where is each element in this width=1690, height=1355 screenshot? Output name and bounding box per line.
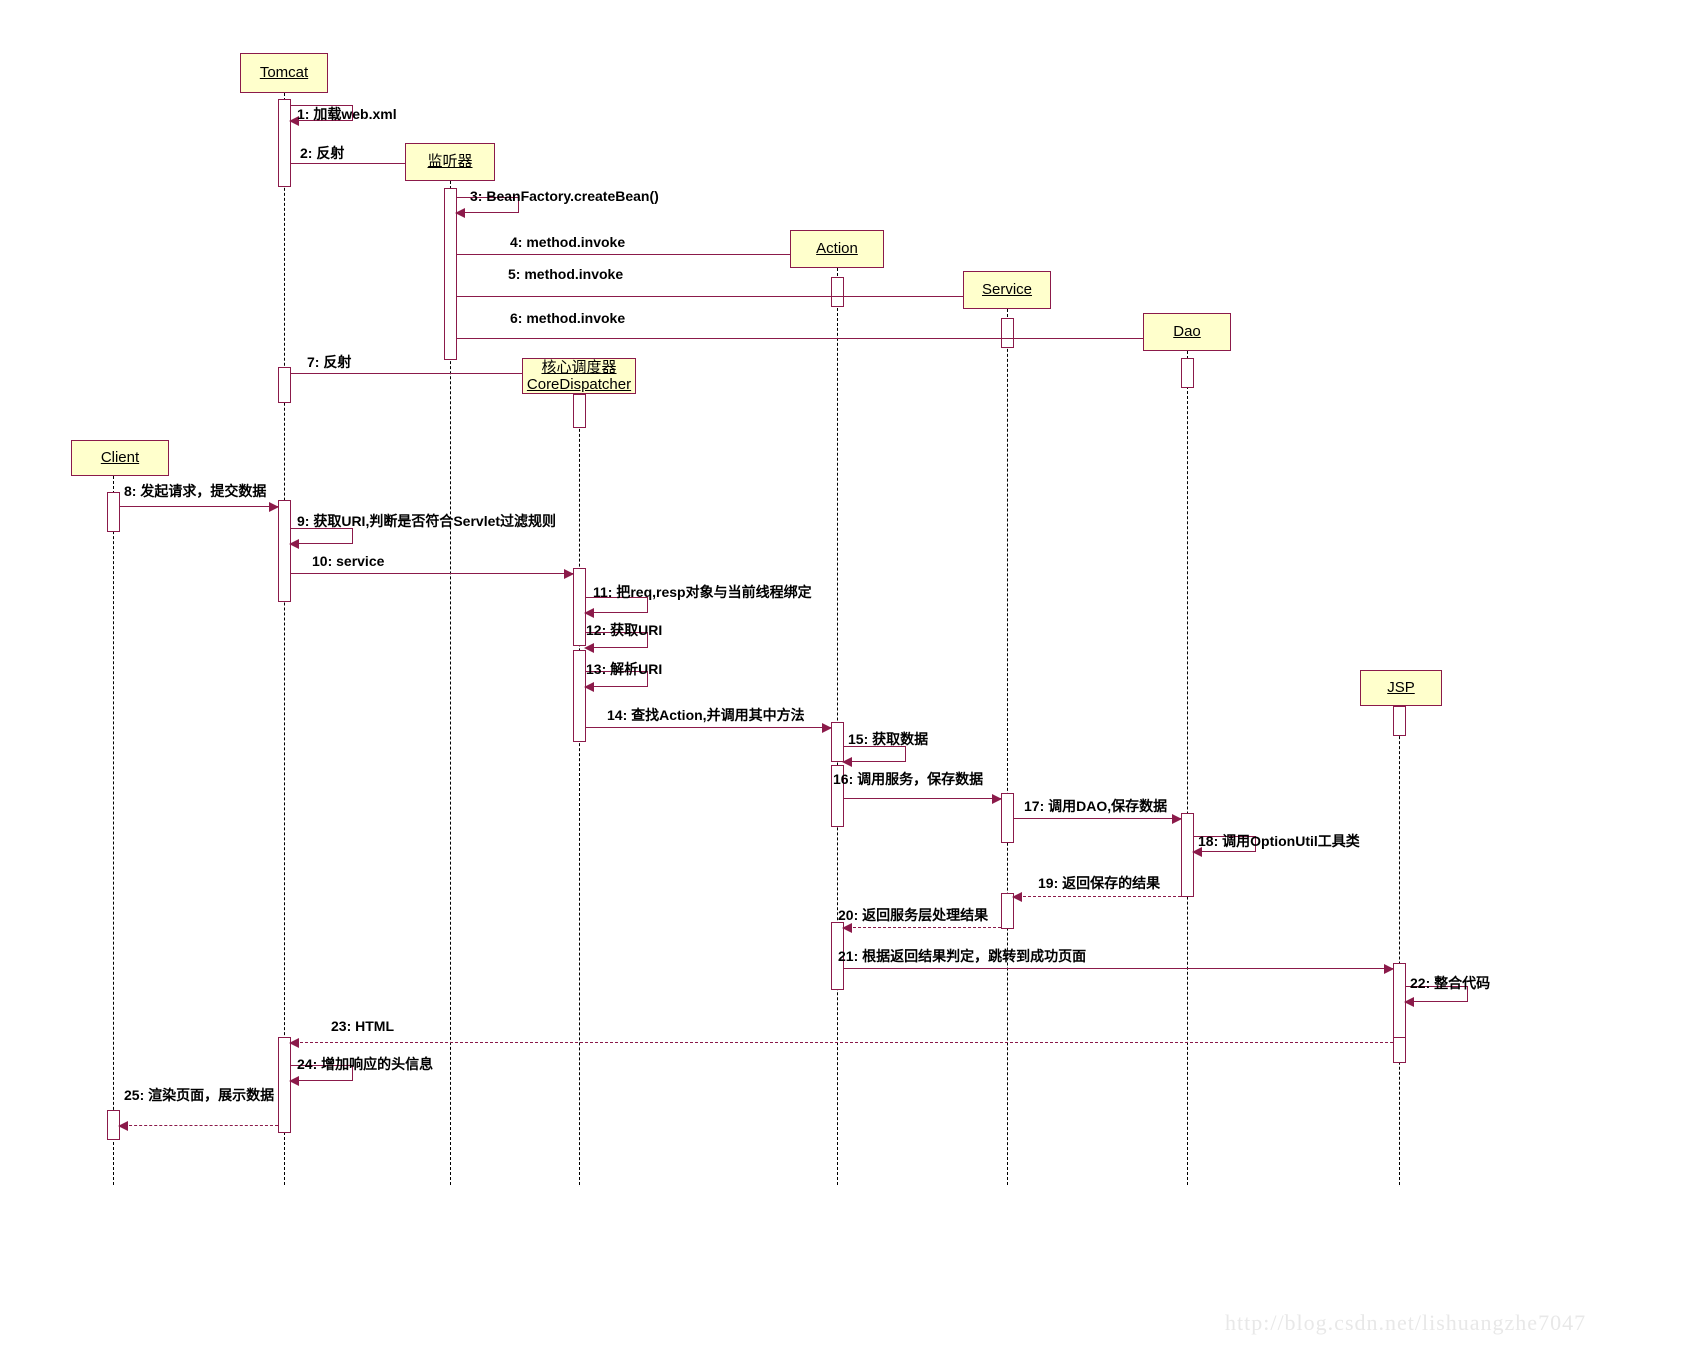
message-label-9: 9: 获取URI,判断是否符合Servlet过滤规则	[297, 513, 557, 529]
participant-service[interactable]: Service	[963, 271, 1051, 309]
lifeline-dispatcher	[579, 394, 580, 1185]
message-label-24: 24: 增加响应的头信息	[297, 1056, 434, 1072]
arrowhead-8	[269, 502, 279, 512]
activation-bar-dao	[1181, 358, 1194, 388]
arrowhead-22	[1404, 997, 1414, 1007]
lifeline-tomcat	[284, 93, 285, 1185]
participant-tomcat[interactable]: Tomcat	[240, 53, 328, 93]
message-label-14: 14: 查找Action,并调用其中方法	[607, 707, 805, 723]
arrowhead-19	[1012, 892, 1022, 902]
message-line-21	[843, 968, 1393, 969]
message-line-25	[119, 1125, 278, 1126]
message-line-17	[1013, 818, 1181, 819]
message-label-13: 13: 解析URI	[586, 661, 663, 677]
arrowhead-3	[455, 208, 465, 218]
message-label-15: 15: 获取数据	[848, 731, 929, 747]
activation-bar-tomcat	[278, 500, 291, 602]
message-label-22: 22: 整合代码	[1410, 975, 1491, 991]
message-label-3: 3: BeanFactory.createBean()	[470, 188, 659, 204]
arrowhead-21	[1384, 964, 1394, 974]
participant-listener[interactable]: 监听器	[405, 143, 495, 181]
message-line-16	[843, 798, 1001, 799]
message-label-16: 16: 调用服务，保存数据	[833, 771, 984, 787]
message-label-20: 20: 返回服务层处理结果	[838, 907, 989, 923]
activation-bar-jsp	[1393, 1037, 1406, 1063]
arrowhead-15	[842, 757, 852, 767]
participant-dispatcher[interactable]: 核心调度器 CoreDispatcher	[522, 358, 636, 394]
activation-bar-tomcat	[278, 99, 291, 187]
message-label-17: 17: 调用DAO,保存数据	[1024, 798, 1168, 814]
arrowhead-12	[584, 643, 594, 653]
activation-bar-client	[107, 492, 120, 532]
message-line-10	[290, 573, 573, 574]
participant-label-secondary: CoreDispatcher	[526, 376, 632, 393]
activation-bar-dispatcher	[573, 394, 586, 428]
message-label-8: 8: 发起请求，提交数据	[124, 483, 267, 499]
participant-label: Client	[100, 449, 140, 467]
message-label-19: 19: 返回保存的结果	[1038, 875, 1161, 891]
activation-bar-action	[831, 722, 844, 762]
message-label-23: 23: HTML	[331, 1018, 394, 1034]
arrowhead-14	[822, 723, 832, 733]
participant-label: Service	[981, 281, 1033, 299]
message-label-21: 21: 根据返回结果判定，跳转到成功页面	[838, 948, 1087, 964]
message-label-2: 2: 反射	[300, 145, 345, 161]
arrowhead-17	[1172, 814, 1182, 824]
watermark: http://blog.csdn.net/lishuangzhe7047	[1225, 1310, 1587, 1335]
activation-bar-action	[831, 277, 844, 307]
arrowhead-23	[289, 1038, 299, 1048]
arrowhead-16	[992, 794, 1002, 804]
participant-label: Action	[816, 240, 858, 258]
arrowhead-13	[584, 682, 594, 692]
lifeline-jsp	[1399, 706, 1400, 1185]
activation-bar-dispatcher	[573, 650, 586, 742]
participant-label: 核心调度器	[541, 358, 617, 376]
message-label-12: 12: 获取URI	[586, 622, 663, 638]
message-line-23	[290, 1042, 1393, 1043]
participant-client[interactable]: Client	[71, 440, 169, 476]
message-label-7: 7: 反射	[307, 354, 352, 370]
activation-bar-jsp	[1393, 706, 1406, 736]
message-label-5: 5: method.invoke	[508, 266, 624, 282]
message-label-11: 11: 把req,resp对象与当前线程绑定	[593, 584, 812, 600]
message-line-19	[1013, 896, 1181, 897]
participant-label: Tomcat	[259, 64, 309, 82]
message-label-18: 18: 调用OptionUtil工具类	[1198, 833, 1360, 849]
participant-label: JSP	[1387, 679, 1415, 697]
arrowhead-9	[289, 539, 299, 549]
message-label-6: 6: method.invoke	[510, 310, 626, 326]
message-label-1: 1: 加载web.xml	[297, 106, 397, 122]
message-line-6	[456, 338, 1181, 339]
message-line-20	[843, 927, 1001, 928]
lifeline-service	[1007, 309, 1008, 1185]
message-line-14	[585, 727, 831, 728]
message-line-8	[119, 506, 278, 507]
participant-dao[interactable]: Dao	[1143, 313, 1231, 351]
arrowhead-10	[564, 569, 574, 579]
participant-label: 监听器	[427, 153, 473, 171]
participant-label: Dao	[1173, 323, 1201, 341]
message-label-4: 4: method.invoke	[510, 234, 626, 250]
lifeline-client	[113, 476, 114, 1185]
arrowhead-25	[118, 1121, 128, 1131]
message-line-5	[456, 296, 1001, 297]
message-label-25: 25: 渲染页面，展示数据	[124, 1087, 275, 1103]
message-line-4	[456, 254, 831, 255]
activation-bar-dispatcher	[573, 568, 586, 646]
arrowhead-24	[289, 1076, 299, 1086]
participant-action[interactable]: Action	[790, 230, 884, 268]
arrowhead-11	[584, 608, 594, 618]
activation-bar-service	[1001, 318, 1014, 348]
participant-jsp[interactable]: JSP	[1360, 670, 1442, 706]
lifeline-dao	[1187, 351, 1188, 1185]
message-label-10: 10: service	[312, 553, 385, 569]
sequence-diagram-canvas: 1: 加载web.xml 2: 反射 3: BeanFactory.createBe…	[0, 0, 1690, 1355]
